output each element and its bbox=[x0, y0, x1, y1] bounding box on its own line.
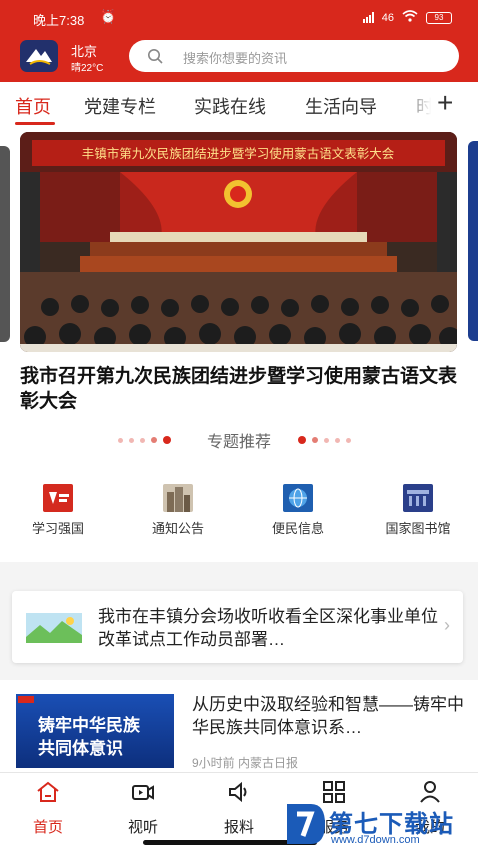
watermark: 第七下载站 www.d7down.com bbox=[283, 800, 478, 850]
globe-icon bbox=[283, 484, 313, 512]
nav-label: 视听 bbox=[127, 819, 158, 836]
tab-party-building[interactable]: 党建专栏 bbox=[84, 93, 156, 119]
thumb-line1: 铸牢中华民族 bbox=[38, 716, 140, 735]
app-logo[interactable] bbox=[20, 40, 58, 72]
banner-caption[interactable]: 我市召开第九次民族团结进步暨学习使用蒙古语文表彰大会 bbox=[20, 364, 460, 414]
xuexi-qiangguo-icon bbox=[43, 484, 73, 512]
tab-home[interactable]: 首页 bbox=[15, 93, 51, 119]
nav-video[interactable]: 视听 bbox=[108, 779, 178, 837]
topic-label: 学习强国 bbox=[31, 521, 84, 536]
tab-practice-online[interactable]: 实践在线 bbox=[194, 93, 266, 119]
nav-label: 报料 bbox=[223, 819, 254, 836]
banner-image[interactable]: 丰镇市第九次民族团结进步暨学习使用蒙古语文表彰大会 bbox=[20, 132, 457, 352]
alarm-icon: ⏰ bbox=[100, 9, 117, 24]
news-thumbnail: 铸牢中华民族 共同体意识 bbox=[16, 694, 174, 768]
topic-label: 便民信息 bbox=[271, 521, 324, 536]
nav-report[interactable]: 报料 bbox=[204, 779, 274, 837]
notice-thumbnail bbox=[26, 613, 82, 643]
weather-info: 晴22°C bbox=[71, 63, 104, 74]
network-type: 46 bbox=[381, 11, 394, 24]
carousel-next-peek[interactable] bbox=[468, 141, 478, 341]
add-channel-icon[interactable]: + bbox=[437, 88, 453, 118]
search-icon bbox=[148, 49, 163, 64]
carousel-prev-peek[interactable] bbox=[0, 146, 10, 342]
thumb-tag bbox=[18, 696, 34, 703]
news-meta: 9小时前 内蒙古日报 bbox=[192, 756, 299, 770]
news-title: 从历史中汲取经验和智慧——铸牢中华民族共同体意识系… bbox=[192, 695, 464, 737]
banner-carousel: 丰镇市第九次民族团结进步暨学习使用蒙古语文表彰大会 我市召开第九次民族团结进步暨… bbox=[0, 126, 478, 428]
active-tab-indicator bbox=[15, 122, 55, 125]
watermark-logo-icon bbox=[287, 804, 325, 844]
topic-label: 通知公告 bbox=[151, 521, 204, 536]
topic-label: 国家图书馆 bbox=[385, 521, 451, 536]
app-header: 晚上7:38 ⏰ 46 93 北京 晴22°C 搜索你想要的资讯 bbox=[0, 0, 478, 82]
wifi-icon bbox=[402, 10, 418, 25]
topic-title: 专题推荐 bbox=[206, 434, 271, 451]
topic-national-library[interactable]: 国家图书馆 bbox=[368, 484, 468, 537]
watermark-url: www.d7down.com bbox=[331, 834, 420, 846]
hall-banner-text: 丰镇市第九次民族团结进步暨学习使用蒙古语文表彰大会 bbox=[82, 146, 395, 161]
status-time: 晚上7:38 bbox=[33, 13, 85, 28]
search-placeholder: 搜索你想要的资讯 bbox=[183, 51, 288, 66]
video-icon bbox=[132, 785, 154, 800]
home-icon bbox=[37, 781, 59, 802]
thumb-line2: 共同体意识 bbox=[38, 739, 123, 758]
topic-xuexi-qiangguo[interactable]: 学习强国 bbox=[8, 484, 108, 537]
library-icon bbox=[403, 484, 433, 512]
chevron-right-icon: › bbox=[444, 615, 450, 635]
topic-section: 专题推荐 学习强国 通知公告 便民信息 国家图书馆 bbox=[0, 428, 478, 562]
notice-card[interactable]: 我市在丰镇分会场收听收看全区深化事业单位改革试点工作动员部署… › bbox=[12, 591, 463, 663]
battery-icon: 93 bbox=[426, 11, 452, 24]
speaker-icon bbox=[229, 781, 247, 803]
nav-home[interactable]: 首页 bbox=[13, 779, 83, 837]
notice-text: 我市在丰镇分会场收听收看全区深化事业单位改革试点工作动员部署… bbox=[98, 607, 438, 649]
news-item[interactable]: 铸牢中华民族 共同体意识 从历史中汲取经验和智慧——铸牢中华民族共同体意识系… … bbox=[0, 680, 478, 775]
conference-hall-illustration: 丰镇市第九次民族团结进步暨学习使用蒙古语文表彰大会 bbox=[20, 132, 457, 352]
logo-mark bbox=[26, 49, 52, 65]
topic-public-info[interactable]: 便民信息 bbox=[248, 484, 348, 537]
status-bar: 晚上7:38 ⏰ 46 93 bbox=[0, 0, 478, 34]
nav-label: 首页 bbox=[32, 819, 63, 836]
app-screen: 晚上7:38 ⏰ 46 93 北京 晴22°C 搜索你想要的资讯 首页 党建专栏… bbox=[0, 0, 478, 850]
category-tabs: 首页 党建专栏 实践在线 生活向导 时 + bbox=[0, 82, 478, 126]
location-city[interactable]: 北京 bbox=[71, 41, 97, 60]
decor-dots-right bbox=[298, 436, 351, 444]
search-bar[interactable]: 搜索你想要的资讯 bbox=[129, 40, 459, 72]
signal-icon bbox=[362, 12, 374, 23]
building-icon bbox=[163, 484, 193, 512]
topic-notices[interactable]: 通知公告 bbox=[128, 484, 228, 537]
tab-life-guide[interactable]: 生活向导 bbox=[305, 93, 377, 119]
status-icons: 46 93 bbox=[362, 10, 452, 25]
